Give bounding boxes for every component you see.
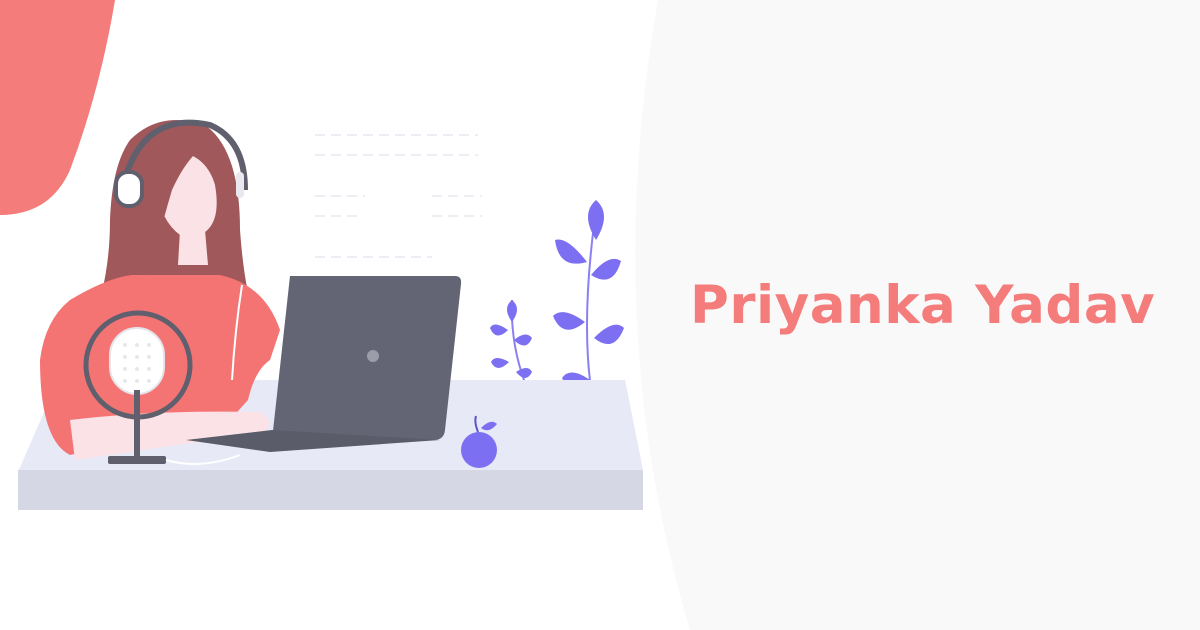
- podcast-illustration-icon: [18, 119, 643, 510]
- social-share-banner: Priyanka Yadav: [0, 0, 1200, 630]
- profile-name-title: Priyanka Yadav: [690, 275, 1156, 336]
